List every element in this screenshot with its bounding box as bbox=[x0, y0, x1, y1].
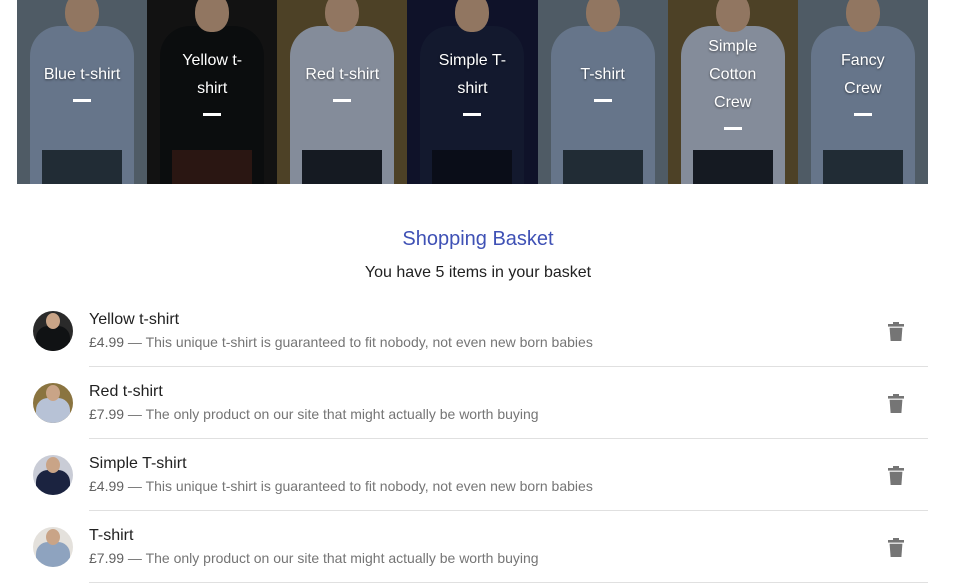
caption-divider bbox=[593, 98, 612, 102]
product-name: Blue t-shirt bbox=[43, 65, 121, 83]
item-name: Simple T-shirt bbox=[89, 455, 187, 472]
item-price: £4.99 bbox=[89, 478, 125, 494]
product-name: Red t-shirt bbox=[305, 65, 380, 83]
avatar bbox=[33, 527, 73, 567]
delete-icon bbox=[888, 393, 904, 413]
item-description: — The only product on our site that migh… bbox=[124, 550, 539, 566]
basket-list: Yellow t-shirt £4.99 — This unique t-shi… bbox=[17, 295, 928, 583]
delete-icon bbox=[888, 465, 904, 485]
item-name: T-shirt bbox=[89, 527, 134, 544]
basket-item: Simple T-shirt £4.99 — This unique t-shi… bbox=[17, 439, 928, 511]
delete-button[interactable] bbox=[876, 383, 916, 423]
product-tile[interactable]: Simple Cotton Crew bbox=[667, 0, 798, 184]
item-name: Red t-shirt bbox=[89, 383, 163, 400]
product-carousel: Blue t-shirt Yellow t-shirt Red t-shirt bbox=[17, 0, 928, 184]
caption-divider bbox=[463, 112, 482, 116]
divider bbox=[89, 582, 928, 583]
product-name: Simple Cotton Crew bbox=[708, 37, 758, 111]
delete-button[interactable] bbox=[876, 455, 916, 495]
caption-divider bbox=[853, 112, 872, 116]
caption-divider bbox=[333, 98, 352, 102]
delete-button[interactable] bbox=[876, 311, 916, 351]
item-price: £7.99 bbox=[89, 550, 125, 566]
caption-divider bbox=[203, 112, 222, 116]
product-name: Simple T-shirt bbox=[438, 51, 507, 97]
item-details: £7.99 — The only product on our site tha… bbox=[89, 404, 876, 424]
item-description: — This unique t-shirt is guaranteed to f… bbox=[124, 334, 593, 350]
caption-divider bbox=[73, 98, 92, 102]
basket-item: Red t-shirt £7.99 — The only product on … bbox=[17, 367, 928, 439]
basket-subtitle: You have 5 items in your basket bbox=[364, 264, 592, 281]
caption-divider bbox=[723, 126, 742, 130]
avatar bbox=[33, 311, 73, 351]
basket-item: Yellow t-shirt £4.99 — This unique t-shi… bbox=[17, 295, 928, 367]
product-tile[interactable]: Fancy Crew bbox=[797, 0, 928, 184]
product-name: Yellow t-shirt bbox=[182, 51, 243, 97]
avatar bbox=[33, 455, 73, 495]
product-tile[interactable]: Simple T-shirt bbox=[407, 0, 538, 184]
item-description: — This unique t-shirt is guaranteed to f… bbox=[124, 478, 593, 494]
item-details: £4.99 — This unique t-shirt is guarantee… bbox=[89, 476, 876, 496]
basket-item: T-shirt £7.99 — The only product on our … bbox=[17, 511, 928, 583]
product-name: Fancy Crew bbox=[841, 51, 885, 97]
item-details: £7.99 — The only product on our site tha… bbox=[89, 548, 876, 568]
product-tile[interactable]: T-shirt bbox=[537, 0, 668, 184]
avatar bbox=[33, 383, 73, 423]
item-price: £4.99 bbox=[89, 334, 125, 350]
delete-icon bbox=[888, 537, 904, 557]
item-details: £4.99 — This unique t-shirt is guarantee… bbox=[89, 332, 876, 352]
product-tile[interactable]: Red t-shirt bbox=[277, 0, 408, 184]
basket-title: Shopping Basket bbox=[402, 228, 554, 250]
item-description: — The only product on our site that migh… bbox=[124, 406, 539, 422]
item-price: £7.99 bbox=[89, 406, 125, 422]
product-tile[interactable]: Blue t-shirt bbox=[17, 0, 148, 184]
item-name: Yellow t-shirt bbox=[89, 311, 180, 328]
delete-button[interactable] bbox=[876, 527, 916, 567]
product-name: T-shirt bbox=[580, 65, 625, 83]
delete-icon bbox=[888, 321, 904, 341]
product-tile[interactable]: Yellow t-shirt bbox=[147, 0, 278, 184]
